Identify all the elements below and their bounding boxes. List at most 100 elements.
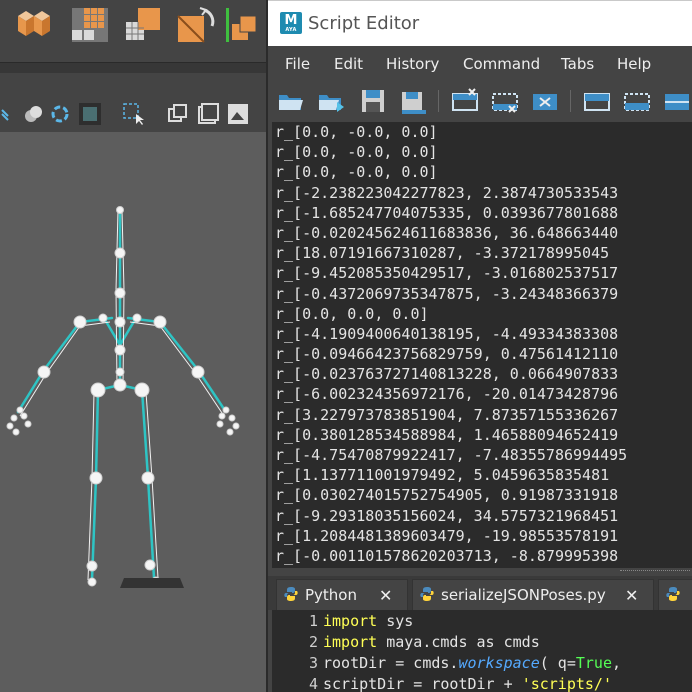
tab-serialize-json-poses[interactable]: serializeJSONPoses.py ✕ [412,579,654,611]
panel-menubar [0,73,270,95]
menu-command[interactable]: Command [463,55,540,73]
output-line: r_[0.380128534588984, 1.46588094652419 [275,425,619,444]
rotate-orange-icon[interactable] [226,4,266,44]
app-icon-sublabel: AYA [285,27,297,33]
view-icon[interactable] [0,102,24,126]
show-both-icon[interactable] [662,86,692,116]
output-line: r_[3.227973783851904, 7.87357155336267 [275,405,619,424]
menubar: File Edit History Command Tabs Help [268,46,692,82]
output-line: r_[0.0, -0.0, 0.0] [275,123,438,141]
true-literal: True [575,654,612,672]
tab-python[interactable]: Python ✕ [276,579,408,611]
code-line[interactable]: import sys [323,612,413,630]
code-text: maya.cmds as cmds [377,633,540,651]
tab-python-label: Python [305,586,357,604]
save-script-icon[interactable] [358,86,388,116]
code-text: ( q= [539,654,576,672]
script-editor-window[interactable]: M AYA Script Editor File Edit History Co… [266,0,692,692]
pane-splitter[interactable] [268,568,692,576]
panel-icon[interactable] [196,102,220,126]
tab-partial[interactable] [658,579,692,611]
line-number: 3 [308,654,318,672]
menu-edit[interactable]: Edit [334,55,363,73]
tab-serialize-label: serializeJSONPoses.py [441,586,606,604]
line-number-gutter: 1 2 3 4 [272,610,320,692]
viewport-toolbar [0,96,270,133]
string-literal: 'scripts/' [521,675,612,692]
output-line: r_[-0.020245624611683836, 36.648663440 [275,223,619,242]
output-line: r_[1.137711001979492, 5.0459635835481 [275,466,610,485]
close-icon[interactable]: ✕ [379,586,392,605]
menu-file[interactable]: File [285,55,310,73]
line-number: 1 [308,612,318,630]
script-tabs: Python ✕ serializeJSONPoses.py ✕ [268,576,692,611]
output-line: r_[1.2084481389603479, -19.98553578191 [275,526,619,545]
maya-app-icon: M AYA [280,12,302,34]
skeleton-bone-outlines [19,209,225,581]
toolbar-separator [570,90,571,112]
shading-icon[interactable] [22,102,46,126]
output-line: r_[-4.75470879922417, -7.48355786994495 [275,446,628,464]
grid-tiles-icon[interactable] [70,4,110,44]
output-line: r_[18.07191667310287, -3.372178995045 [275,244,610,263]
keyword: import [323,612,378,630]
toolbar-separator [438,90,439,112]
output-line: r_[-0.023763727140813228, 0.0664907833 [275,365,619,384]
line-number: 4 [308,675,318,692]
dotted-grid-icon[interactable] [122,4,162,44]
clear-all-icon[interactable] [530,86,560,116]
code-line[interactable]: import maya.cmds as cmds [323,633,540,651]
code-line[interactable]: scriptDir = rootDir + 'scripts/' [323,675,612,692]
splitter-grip[interactable] [620,570,690,574]
app-icon-letter: M [284,13,298,28]
skeleton-bones [16,208,228,582]
frame-icon[interactable] [78,102,102,126]
output-line: r_[0.030274015752754905, 0.91987331918 [275,486,619,505]
3d-viewport[interactable] [0,132,266,692]
history-output-lines: r_[0.0, -0.0, 0.0] r_[0.0, -0.0, 0.0] r_[0… [275,122,627,566]
clear-history-icon[interactable] [450,86,480,116]
python-icon [666,587,680,601]
output-line: r_[-9.29318035156024, 34.5757321968451 [275,506,619,525]
close-icon[interactable]: ✕ [625,586,638,605]
code-text: rootDir = cmds. [323,654,459,672]
output-line: r_[-2.238223042277823, 2.3874730533543 [275,183,619,202]
window-title: Script Editor [308,13,420,34]
open-script-icon[interactable] [276,86,306,116]
skeleton-rig[interactable] [0,132,266,692]
menu-help[interactable]: Help [617,55,651,73]
keyword: import [323,633,378,651]
history-output-pane[interactable]: r_[0.0, -0.0, 0.0] r_[0.0, -0.0, 0.0] r_[0… [272,122,692,568]
select-icon[interactable] [122,102,146,126]
isolate-icon[interactable] [166,102,190,126]
show-input-icon[interactable] [622,86,652,116]
code-text: sys [377,612,414,630]
cube-shelf-icon[interactable] [14,4,54,44]
output-line: r_[0.0, -0.0, 0.0] [275,163,438,182]
clear-input-icon[interactable] [490,86,520,116]
foot-shadow [120,578,184,588]
shelf-divider[interactable] [0,62,270,73]
output-line: r_[0.0, -0.0, 0.0] [275,143,438,162]
line-number: 2 [308,633,318,651]
show-history-icon[interactable] [582,86,612,116]
python-icon [420,587,434,601]
orange-grid-icon[interactable] [176,4,216,44]
script-editor-toolbar [268,82,692,120]
script-editor-titlebar[interactable]: M AYA Script Editor [268,0,692,47]
output-line: r_[-0.4372069735347875, -3.24348366379 [275,284,619,303]
output-line: r_[-9.452085350429517, -3.016802537517 [275,264,619,283]
function-name: workspace [458,654,540,672]
source-script-icon[interactable] [316,86,346,116]
lighting-icon[interactable] [48,102,72,126]
menu-tabs[interactable]: Tabs [561,55,594,73]
output-line: r_[-0.001101578620203713, -8.879995398 [275,546,619,565]
image-plane-icon[interactable] [226,102,250,126]
python-icon [284,587,298,601]
menu-history[interactable]: History [386,55,439,73]
output-line: r_[-0.09466423756829759, 0.47561412110 [275,345,619,364]
code-line[interactable]: rootDir = cmds.workspace( q=True, [323,654,621,672]
save-to-shelf-icon[interactable] [398,86,428,116]
script-input-pane[interactable]: 1 2 3 4 import sys import maya.cmds as c… [272,610,692,692]
output-line: r_[-4.1909400640138195, -4.49334383308 [275,324,619,343]
